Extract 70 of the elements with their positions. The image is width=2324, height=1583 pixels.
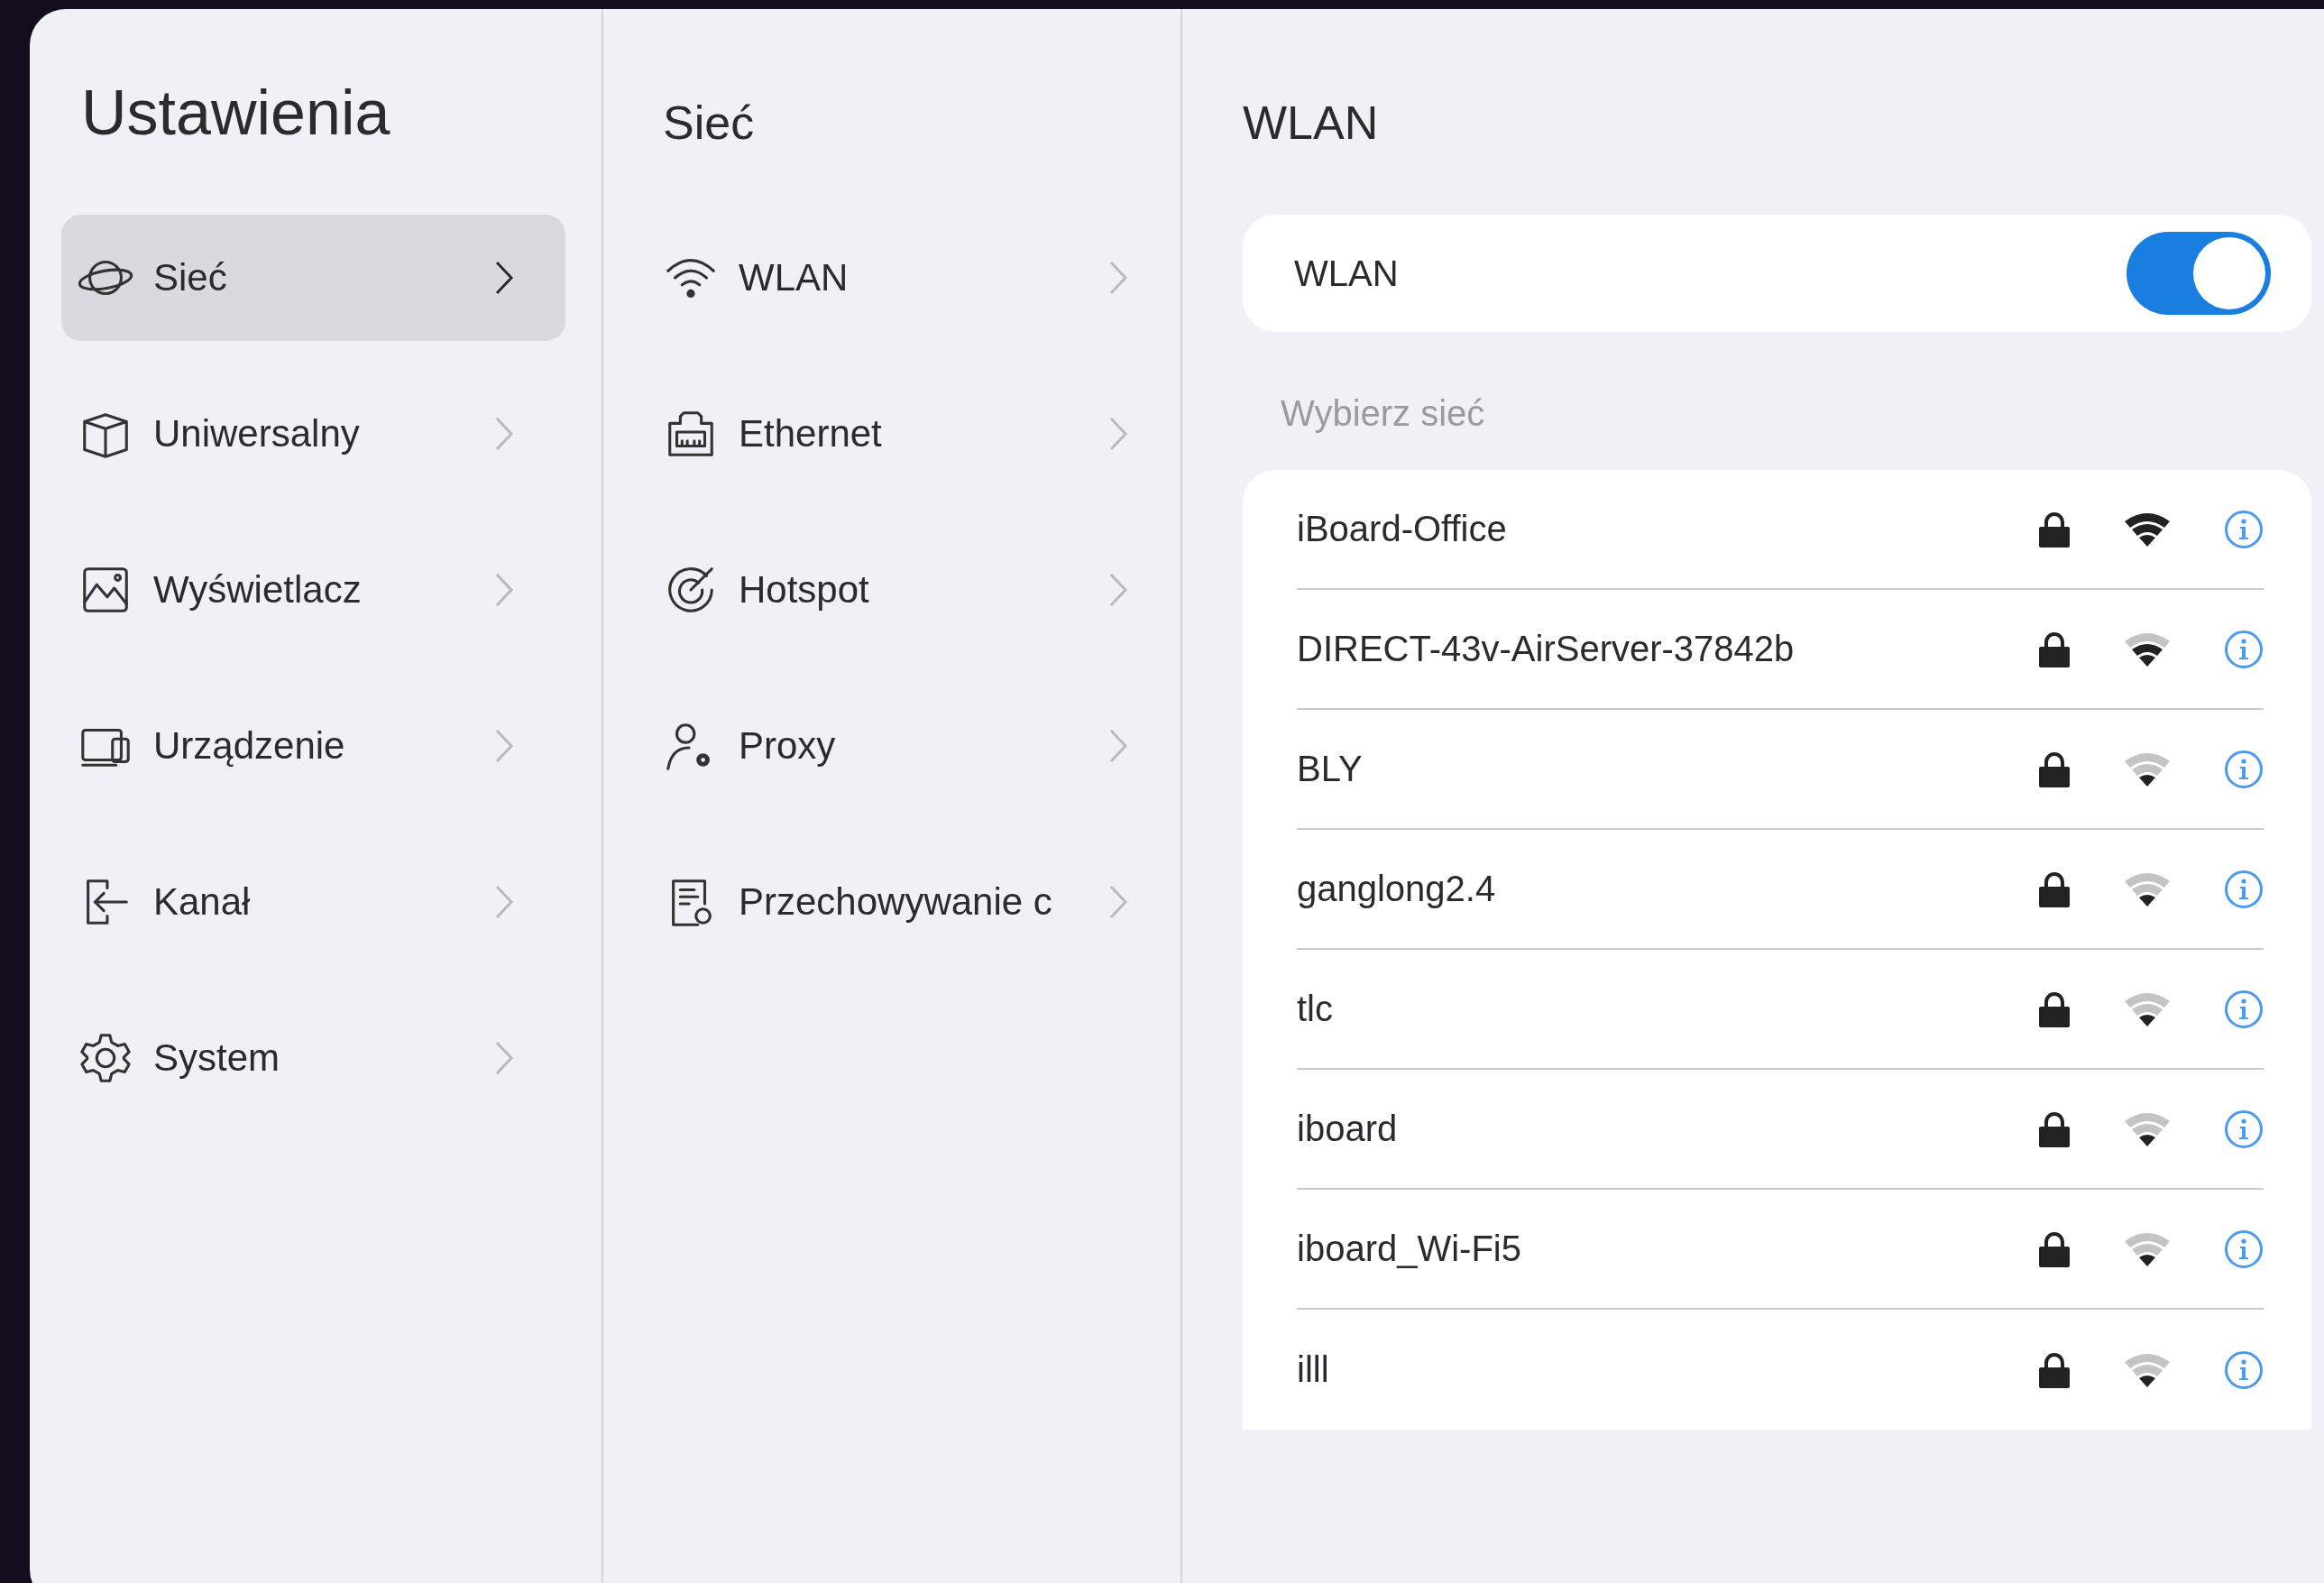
sidebar-item-label: Kanał	[153, 880, 252, 924]
sidebar-item-label: System	[153, 1036, 281, 1080]
network-row[interactable]: ganglong2.4	[1297, 830, 2264, 950]
submenu-item-label: Przechowywanie c	[739, 880, 1053, 924]
network-name: tlc	[1297, 989, 1334, 1029]
page-title: WLAN	[1243, 96, 1379, 151]
lock-icon	[2038, 1230, 2071, 1267]
submenu-item-label: Ethernet	[739, 412, 883, 456]
network-name: illl	[1297, 1349, 1330, 1390]
sidebar-item[interactable]: Urządzenie	[61, 683, 565, 809]
section-label: Wybierz sieć	[1280, 392, 1485, 435]
chevron-right-icon	[1108, 572, 1128, 608]
chevron-right-icon	[1108, 728, 1128, 764]
section-title: Sieć	[663, 96, 755, 151]
toggle-label: WLAN	[1294, 253, 1399, 294]
info-icon[interactable]	[2224, 1349, 2264, 1390]
network-name: BLY	[1297, 749, 1364, 789]
network-row[interactable]: iboard	[1297, 1070, 2264, 1190]
chevron-right-icon	[494, 1040, 514, 1076]
submenu-item[interactable]: Ethernet	[663, 371, 1180, 497]
network-row[interactable]: BLY	[1297, 710, 2264, 830]
lock-icon	[2038, 1351, 2071, 1388]
sidebar-item[interactable]: Uniwersalny	[61, 371, 565, 497]
settings-title: Ustawienia	[80, 77, 390, 150]
network-name: ganglong2.4	[1297, 869, 1497, 909]
info-icon[interactable]	[2224, 509, 2264, 549]
submenu-item-label: Hotspot	[739, 568, 870, 612]
chevron-right-icon	[494, 260, 514, 296]
network-row[interactable]: DIRECT-43v-AirServer-37842b	[1297, 590, 2264, 710]
lock-icon	[2038, 750, 2071, 787]
sidebar-item[interactable]: Wyświetlacz	[61, 527, 565, 653]
chevron-right-icon	[1108, 416, 1128, 452]
chevron-right-icon	[494, 572, 514, 608]
lock-icon	[2038, 870, 2071, 907]
network-row[interactable]: illl	[1297, 1310, 2264, 1430]
info-icon[interactable]	[2224, 1229, 2264, 1269]
sidebar-item-label: Urządzenie	[153, 724, 346, 768]
submenu-item[interactable]: Hotspot	[663, 527, 1180, 653]
network-row[interactable]: iboard_Wi-Fi5	[1297, 1190, 2264, 1310]
submenu-item[interactable]: WLAN	[663, 215, 1180, 341]
sidebar-item[interactable]: Kanał	[61, 839, 565, 965]
sidebar-item[interactable]: System	[61, 995, 565, 1121]
info-icon[interactable]	[2224, 629, 2264, 669]
lock-icon	[2038, 630, 2071, 667]
submenu-item-label: Proxy	[739, 724, 837, 768]
network-name: iBoard-Office	[1297, 509, 1508, 549]
lock-icon	[2038, 1110, 2071, 1147]
network-name: iboard_Wi-Fi5	[1297, 1229, 1522, 1269]
info-icon[interactable]	[2224, 869, 2264, 909]
sidebar-item[interactable]: Sieć	[61, 215, 565, 341]
sidebar-item-label: Wyświetlacz	[153, 568, 363, 612]
chevron-right-icon	[1108, 884, 1128, 920]
chevron-right-icon	[494, 728, 514, 764]
lock-icon	[2038, 511, 2071, 548]
submenu-item-label: WLAN	[739, 256, 850, 299]
network-name: iboard	[1297, 1109, 1399, 1149]
chevron-right-icon	[494, 416, 514, 452]
submenu-item[interactable]: Proxy	[663, 683, 1180, 809]
lock-icon	[2038, 990, 2071, 1027]
sidebar-item-label: Uniwersalny	[153, 412, 361, 456]
network-name: DIRECT-43v-AirServer-37842b	[1297, 629, 1796, 669]
info-icon[interactable]	[2224, 749, 2264, 789]
sidebar-item-label: Sieć	[153, 256, 228, 299]
submenu-item[interactable]: Przechowywanie c	[663, 839, 1180, 965]
network-row[interactable]: tlc	[1297, 950, 2264, 1070]
info-icon[interactable]	[2224, 1109, 2264, 1149]
chevron-right-icon	[494, 884, 514, 920]
chevron-right-icon	[1108, 260, 1128, 296]
network-row[interactable]: iBoard-Office	[1297, 470, 2264, 590]
info-icon[interactable]	[2224, 989, 2264, 1029]
